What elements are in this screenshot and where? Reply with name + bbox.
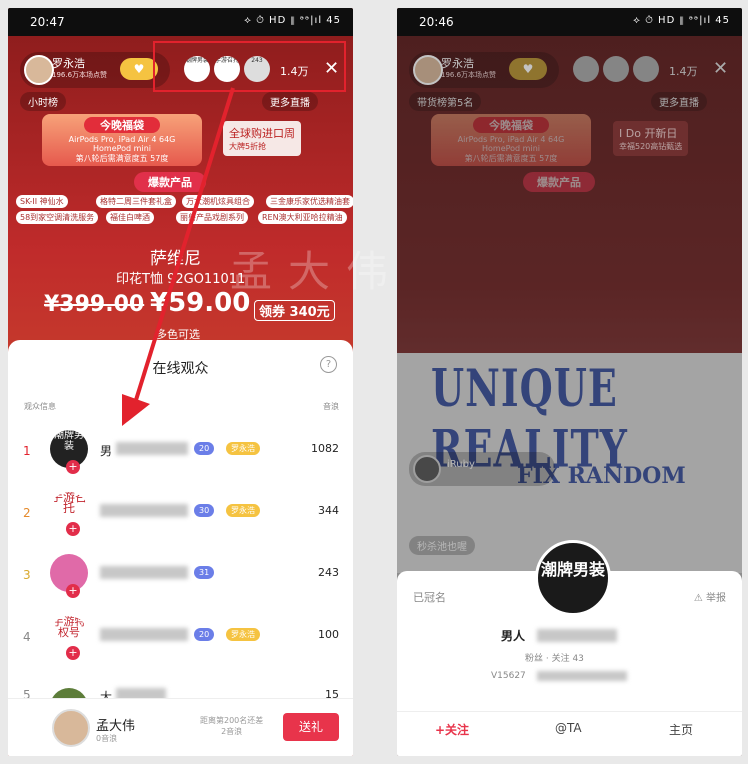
profile-name: 男人 (501, 629, 526, 643)
status-icons: ⟡ ⏱ HD ⫴ ᵊᵊ|ıl 45 (633, 15, 730, 26)
status-time: 20:46 (419, 15, 454, 29)
right-phone-screen: 20:46 ⟡ ⏱ HD ⫴ ᵊᵊ|ıl 45 罗永浩 196.6万本场点赞 ♥… (397, 8, 742, 756)
profile-stats: 粉丝 · 关注 43 (525, 654, 584, 664)
profile-id: V15627 (491, 671, 526, 681)
divider (397, 711, 742, 712)
homepage-button[interactable]: 主页 (669, 721, 693, 738)
profile-avatar[interactable]: 潮牌男装 (535, 540, 611, 616)
watermark: 孟大伟 (230, 247, 405, 296)
masked-id (537, 671, 627, 681)
follow-button[interactable]: +关注 (435, 721, 469, 738)
left-phone-screen: 20:47 ⟡ ⏱ HD ⫴ ᵊᵊ|ıl 45 罗永浩 196.6万本场点赞 ♥… (8, 8, 353, 756)
status-bar: 20:46 ⟡ ⏱ HD ⫴ ᵊᵊ|ıl 45 (397, 8, 742, 36)
masked-name (537, 629, 617, 642)
sponsor-badge: 已冠名 (413, 591, 446, 604)
mention-button[interactable]: @TA (555, 721, 582, 735)
annotation-arrow (122, 87, 235, 426)
report-button[interactable]: ⚠ 举报 (694, 589, 726, 604)
